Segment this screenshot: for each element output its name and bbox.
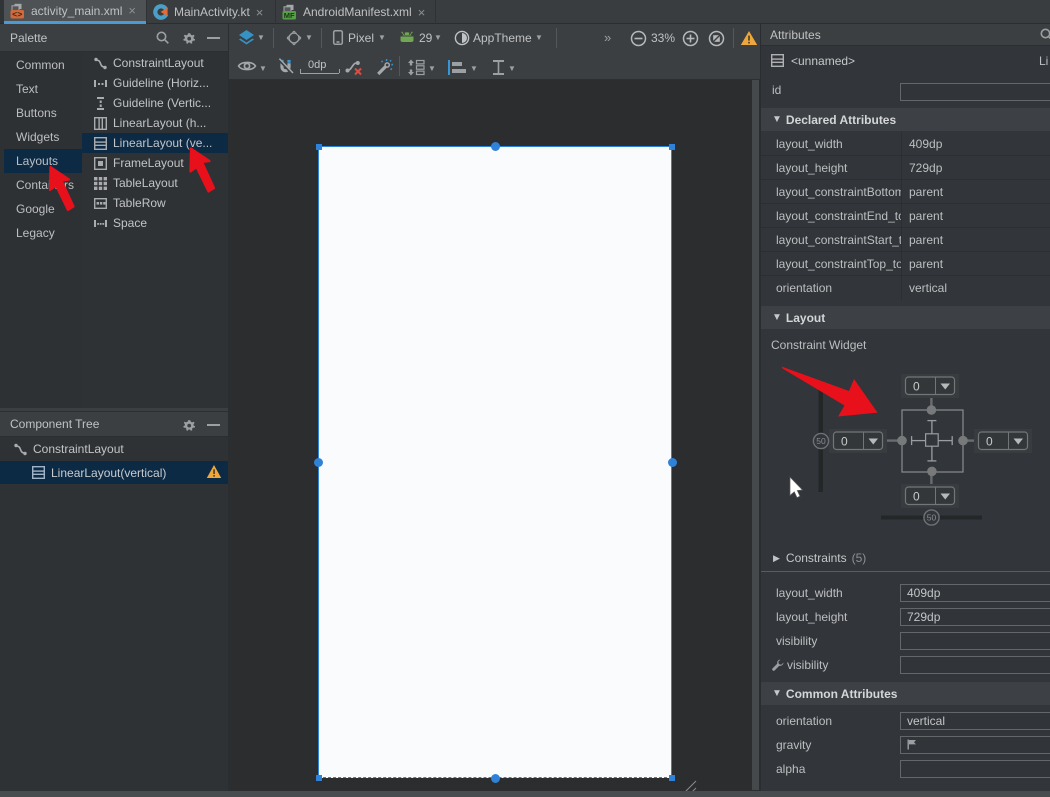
svg-text:0: 0 <box>913 380 920 394</box>
svg-text:50: 50 <box>816 436 826 446</box>
svg-text:50: 50 <box>927 513 937 523</box>
svg-text:MF: MF <box>284 11 295 20</box>
